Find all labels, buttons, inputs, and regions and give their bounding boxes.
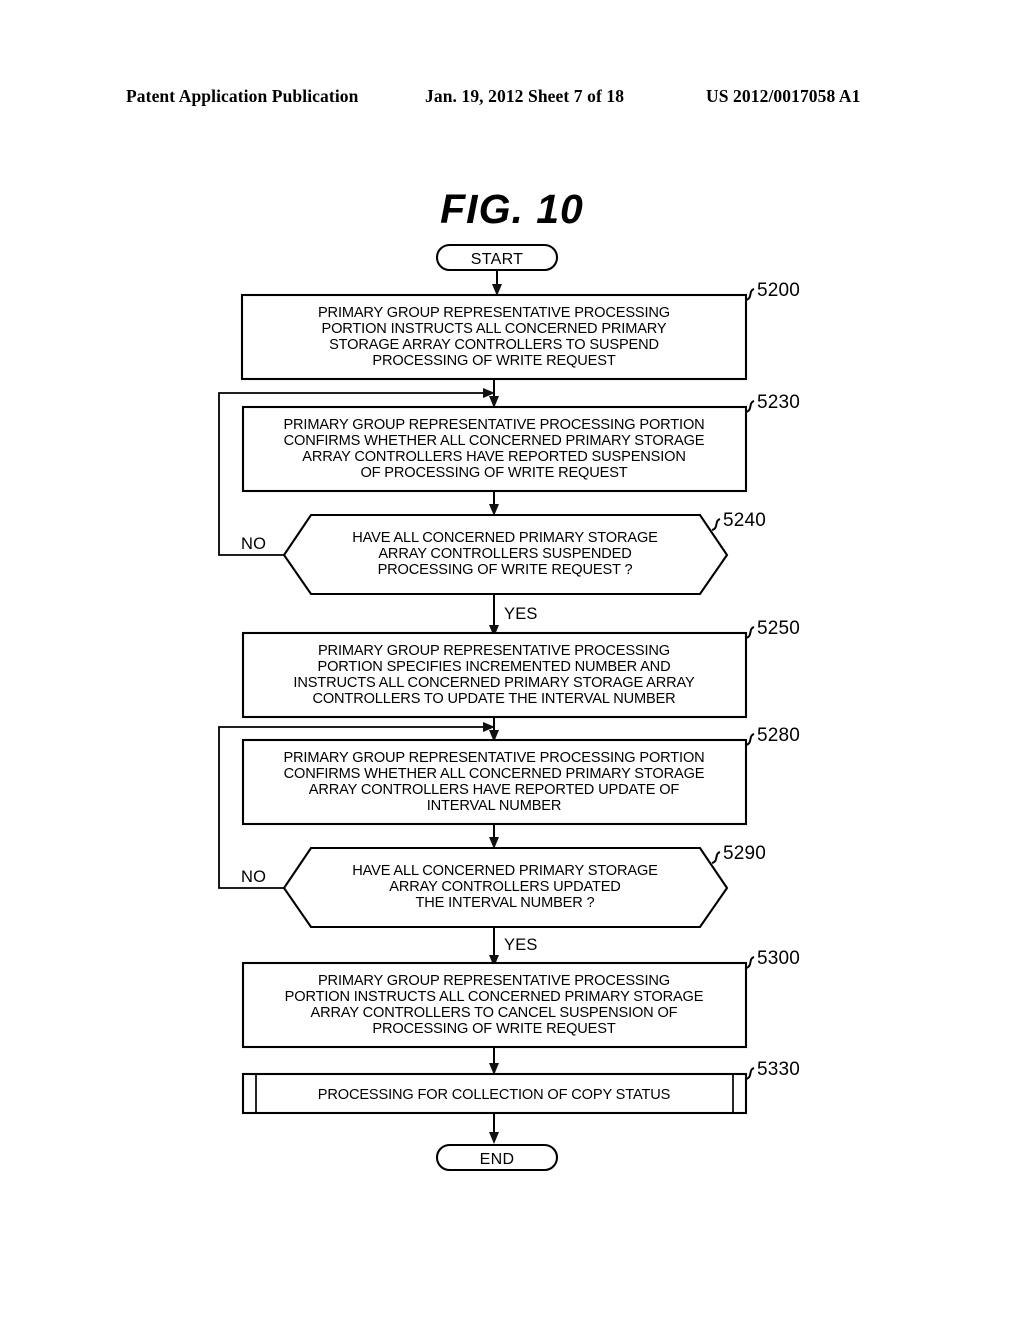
node-5330: PROCESSING FOR COLLECTION OF COPY STATUS…	[241, 1059, 800, 1115]
node-5300-line-2: ARRAY CONTROLLERS TO CANCEL SUSPENSION O…	[311, 1005, 678, 1021]
node-5200-ref: 5200	[757, 280, 800, 301]
node-5290: HAVE ALL CONCERNED PRIMARY STORAGE ARRAY…	[282, 843, 766, 929]
node-5200-line-3: PROCESSING OF WRITE REQUEST	[372, 353, 615, 369]
flowchart: START PRIMARY GROUP REPRESENTATIVE PROCE…	[218, 243, 800, 1172]
node-5250: PRIMARY GROUP REPRESENTATIVE PROCESSING …	[241, 618, 800, 719]
node-5290-ref: 5290	[723, 843, 766, 864]
connector-5330-to-end	[489, 1113, 499, 1144]
node-5290-line-0: HAVE ALL CONCERNED PRIMARY STORAGE	[352, 863, 658, 879]
node-5200-line-2: STORAGE ARRAY CONTROLLERS TO SUSPEND	[329, 337, 659, 353]
node-5230-line-0: PRIMARY GROUP REPRESENTATIVE PROCESSING …	[283, 417, 704, 433]
terminator-end-label: END	[480, 1151, 515, 1168]
node-5300-line-1: PORTION INSTRUCTS ALL CONCERNED PRIMARY …	[285, 989, 704, 1005]
node-5280-line-1: CONFIRMS WHETHER ALL CONCERNED PRIMARY S…	[284, 766, 705, 782]
node-5300-line-0: PRIMARY GROUP REPRESENTATIVE PROCESSING	[318, 973, 670, 989]
connector-5300-to-5330	[489, 1047, 499, 1075]
branch-no-1-label: NO	[241, 535, 266, 553]
node-5240-line-2: PROCESSING OF WRITE REQUEST ?	[378, 562, 633, 578]
node-5330-line-0: PROCESSING FOR COLLECTION OF COPY STATUS	[318, 1087, 671, 1103]
node-5200-line-1: PORTION INSTRUCTS ALL CONCERNED PRIMARY	[322, 321, 667, 337]
node-5250-line-3: CONTROLLERS TO UPDATE THE INTERVAL NUMBE…	[312, 691, 675, 707]
connector-5280-to-5290	[489, 824, 499, 849]
node-5240-ref: 5240	[723, 510, 766, 531]
connector-start-to-5200	[492, 270, 502, 296]
node-5230-line-1: CONFIRMS WHETHER ALL CONCERNED PRIMARY S…	[284, 433, 705, 449]
node-5280-ref: 5280	[757, 725, 800, 746]
node-5230-line-3: OF PROCESSING OF WRITE REQUEST	[360, 465, 627, 481]
node-5300-line-3: PROCESSING OF WRITE REQUEST	[372, 1021, 615, 1037]
node-5280-line-0: PRIMARY GROUP REPRESENTATIVE PROCESSING …	[283, 750, 704, 766]
node-5230: PRIMARY GROUP REPRESENTATIVE PROCESSING …	[241, 392, 800, 493]
node-5240: HAVE ALL CONCERNED PRIMARY STORAGE ARRAY…	[282, 510, 766, 596]
branch-yes-2-label: YES	[504, 936, 538, 954]
node-5230-ref: 5230	[757, 392, 800, 413]
branch-yes-1: YES	[489, 594, 538, 637]
terminator-end: END	[435, 1143, 559, 1172]
node-5250-ref: 5250	[757, 618, 800, 639]
node-5250-line-1: PORTION SPECIFIES INCREMENTED NUMBER AND	[318, 659, 671, 675]
node-5290-line-1: ARRAY CONTROLLERS UPDATED	[389, 879, 620, 895]
node-5240-line-0: HAVE ALL CONCERNED PRIMARY STORAGE	[352, 530, 658, 546]
node-5240-line-1: ARRAY CONTROLLERS SUSPENDED	[378, 546, 631, 562]
patent-drawing-sheet: Patent Application Publication Jan. 19, …	[0, 0, 1024, 1320]
node-5280-line-3: INTERVAL NUMBER	[427, 798, 562, 814]
node-5300-ref: 5300	[757, 948, 800, 969]
node-5280: PRIMARY GROUP REPRESENTATIVE PROCESSING …	[241, 725, 800, 826]
branch-no-2-label: NO	[241, 868, 266, 886]
connector-5250-to-5280	[489, 717, 499, 742]
node-5330-ref: 5330	[757, 1059, 800, 1080]
terminator-start-label: START	[471, 251, 523, 268]
connector-5230-to-5240	[489, 491, 499, 516]
branch-yes-2: YES	[489, 927, 538, 967]
branch-yes-1-label: YES	[504, 605, 538, 623]
node-5300: PRIMARY GROUP REPRESENTATIVE PROCESSING …	[241, 948, 800, 1049]
node-5280-line-2: ARRAY CONTROLLERS HAVE REPORTED UPDATE O…	[309, 782, 680, 798]
node-5250-line-0: PRIMARY GROUP REPRESENTATIVE PROCESSING	[318, 643, 670, 659]
node-5250-line-2: INSTRUCTS ALL CONCERNED PRIMARY STORAGE …	[293, 675, 695, 691]
node-5290-line-2: THE INTERVAL NUMBER ?	[415, 895, 594, 911]
terminator-start: START	[435, 243, 559, 272]
node-5230-line-2: ARRAY CONTROLLERS HAVE REPORTED SUSPENSI…	[302, 449, 686, 465]
node-5200-line-0: PRIMARY GROUP REPRESENTATIVE PROCESSING	[318, 305, 670, 321]
node-5200: PRIMARY GROUP REPRESENTATIVE PROCESSING …	[240, 280, 800, 381]
